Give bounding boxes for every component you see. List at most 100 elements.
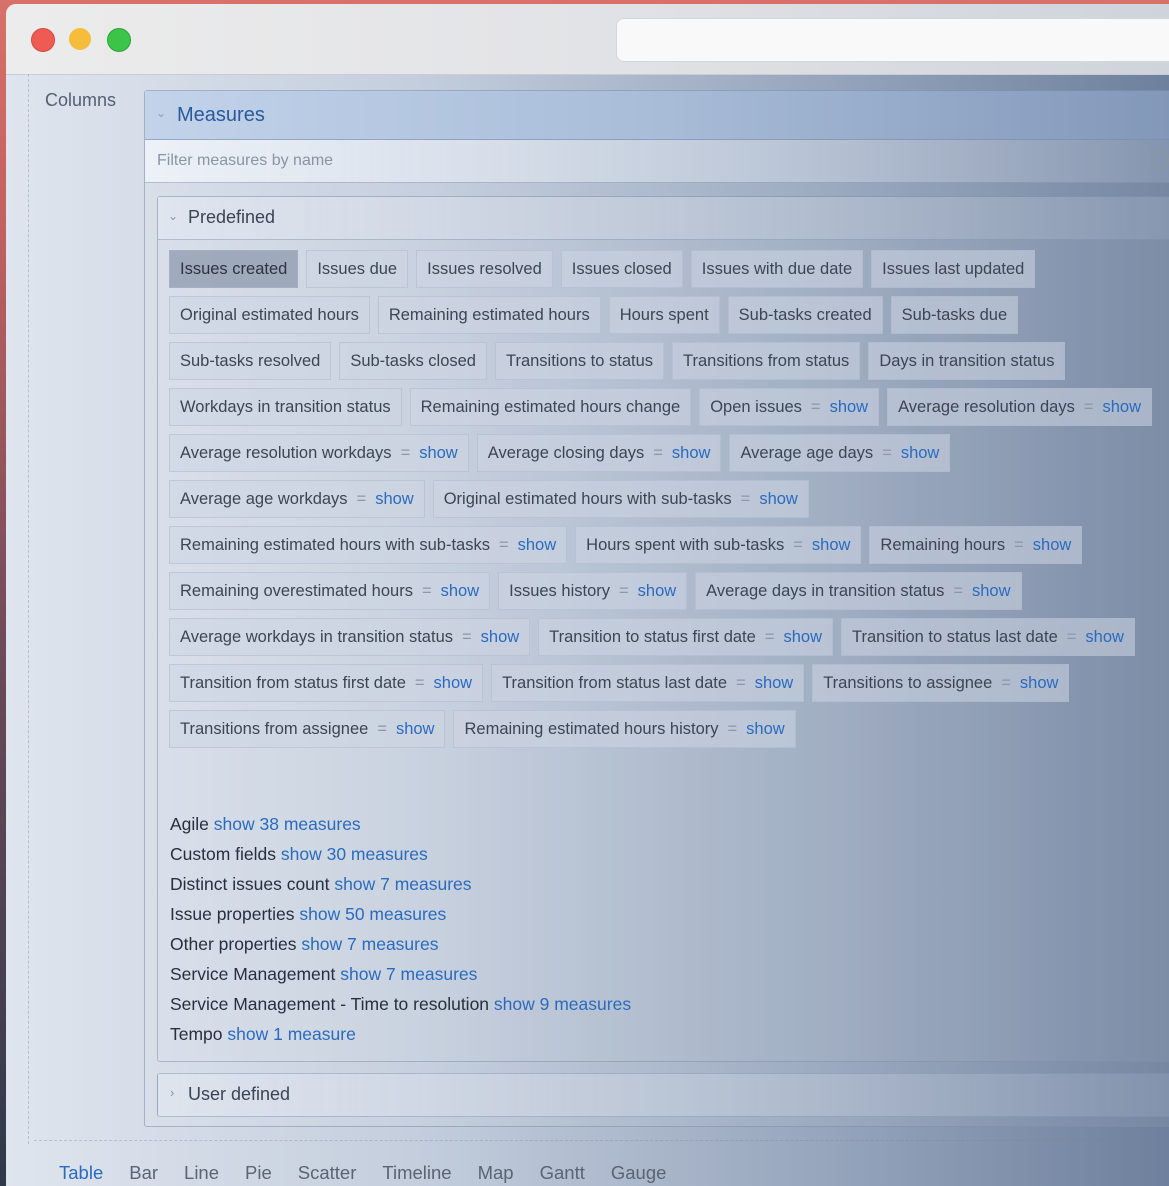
measure-chip[interactable]: Transition from status first date = show [169, 664, 484, 702]
measure-chip[interactable]: Issues closed [560, 250, 683, 288]
measure-chip-label: Sub-tasks closed [350, 351, 476, 370]
measure-chip[interactable]: Transitions to status [494, 342, 665, 380]
measure-chip[interactable]: Transition to status last date = show [841, 618, 1135, 656]
tab-table[interactable]: Table [59, 1162, 103, 1184]
chevron-down-icon: ⌄ [168, 209, 179, 223]
measure-chip-label: Issues closed [571, 259, 672, 278]
measure-chip[interactable]: Transitions from status [672, 342, 861, 380]
search-icon [1151, 151, 1169, 169]
measure-chip[interactable]: Average age days = show [729, 434, 951, 472]
measure-chip[interactable]: Issues created [169, 250, 299, 288]
show-link[interactable]: show [783, 628, 822, 647]
measure-chip[interactable]: Remaining estimated hours history = show [453, 710, 796, 748]
measure-chip[interactable]: Average workdays in transition status = sh… [169, 618, 531, 656]
show-link[interactable]: show [755, 674, 794, 693]
show-link[interactable]: show [375, 490, 414, 509]
view-tabs: Table Bar Line Pie Scatter Timeline Map Gantt Ga… [59, 1162, 692, 1184]
equals-sign: = [619, 581, 629, 600]
measure-chip-label: Transitions from status [683, 351, 850, 370]
tab-line[interactable]: Line [184, 1162, 219, 1184]
tab-map[interactable]: Map [478, 1162, 514, 1184]
measure-chip[interactable]: Sub-tasks due [890, 296, 1019, 334]
measure-chip[interactable]: Issues with due date [690, 250, 864, 288]
show-link[interactable]: show [638, 582, 677, 601]
measure-chip[interactable]: Average closing days = show [476, 434, 722, 472]
tab-timeline[interactable]: Timeline [382, 1162, 451, 1184]
show-measures-link[interactable]: show 7 measures [340, 964, 477, 984]
measure-chip[interactable]: Sub-tasks closed [339, 342, 487, 380]
measure-chip[interactable]: Sub-tasks resolved [169, 342, 332, 380]
show-link[interactable]: show [901, 444, 940, 463]
tab-bar[interactable]: Bar [129, 1162, 158, 1184]
show-link[interactable]: show [419, 444, 458, 463]
measure-chip[interactable]: Average resolution workdays = show [169, 434, 469, 472]
measure-chip[interactable]: Hours spent with sub-tasks = show [575, 526, 862, 564]
show-link[interactable]: show [812, 536, 851, 555]
measure-chip[interactable]: Issues due [306, 250, 409, 288]
show-link[interactable]: show [441, 582, 480, 601]
show-link[interactable]: show [396, 720, 435, 739]
predefined-header[interactable]: ⌄ Predefined [158, 197, 1169, 240]
measure-chip[interactable]: Remaining estimated hours change [409, 388, 692, 426]
measure-chip-label: Sub-tasks resolved [180, 351, 321, 370]
tab-scatter[interactable]: Scatter [298, 1162, 357, 1184]
measure-chip[interactable]: Remaining estimated hours with sub-tasks… [169, 526, 568, 564]
measure-chip[interactable]: Remaining estimated hours [377, 296, 601, 334]
show-link[interactable]: show [481, 628, 520, 647]
measure-chip[interactable]: Issues last updated [871, 250, 1036, 288]
measure-chip[interactable]: Issues resolved [416, 250, 553, 288]
show-measures-link[interactable]: show 1 measure [227, 1024, 355, 1044]
show-measures-link[interactable]: show 9 measures [494, 994, 631, 1014]
measure-chip[interactable]: Transitions from assignee = show [169, 710, 446, 748]
user-defined-section[interactable]: › User defined [157, 1073, 1169, 1117]
show-link[interactable]: show [830, 398, 869, 417]
measure-chip[interactable]: Average resolution days = show [887, 388, 1152, 426]
show-link[interactable]: show [1085, 628, 1124, 647]
zoom-window-button[interactable] [107, 28, 131, 52]
show-link[interactable]: show [518, 536, 557, 555]
measures-header[interactable]: ⌄ Measures [145, 91, 1169, 140]
show-link[interactable]: show [972, 582, 1011, 601]
tab-gauge[interactable]: Gauge [611, 1162, 667, 1184]
show-link[interactable]: show [672, 444, 711, 463]
measure-chip[interactable]: Sub-tasks created [727, 296, 883, 334]
measure-chip[interactable]: Remaining hours = show [869, 526, 1083, 564]
measure-chip[interactable]: Remaining overestimated hours = show [169, 572, 491, 610]
measure-chip[interactable]: Issues history = show [498, 572, 688, 610]
measure-chip[interactable]: Average days in transition status = show [695, 572, 1022, 610]
measure-chip[interactable]: Transition to status first date = show [538, 618, 833, 656]
measure-chip[interactable]: Workdays in transition status [169, 388, 402, 426]
measure-chip[interactable]: Transitions to assignee = show [812, 664, 1070, 702]
show-measures-link[interactable]: show 38 measures [214, 814, 361, 834]
measure-chip-label: Open issues [710, 397, 802, 416]
minimize-window-button[interactable] [69, 28, 91, 50]
tab-pie[interactable]: Pie [245, 1162, 272, 1184]
measure-chip[interactable]: Average age workdays = show [169, 480, 425, 518]
show-measures-link[interactable]: show 50 measures [299, 904, 446, 924]
address-bar[interactable] [616, 18, 1169, 62]
window-titlebar [6, 4, 1169, 75]
measure-chip[interactable]: Original estimated hours with sub-tasks =… [432, 480, 809, 518]
measure-chip-label: Remaining estimated hours [388, 305, 590, 324]
measure-chip[interactable]: Open issues = show [699, 388, 880, 426]
measure-chip[interactable]: Transition from status last date = show [491, 664, 805, 702]
show-measures-link[interactable]: show 7 measures [301, 934, 438, 954]
measure-chip[interactable]: Original estimated hours [169, 296, 370, 334]
measure-chip[interactable]: Hours spent [608, 296, 720, 334]
filter-input[interactable]: Filter measures by name [157, 152, 333, 170]
measure-chip-label: Remaining estimated hours change [420, 397, 681, 416]
measure-chip[interactable]: Days in transition status [868, 342, 1066, 380]
measure-group-list: Agile show 38 measures Custom fields show… [170, 814, 631, 1054]
show-link[interactable]: show [1102, 398, 1141, 417]
show-link[interactable]: show [434, 674, 473, 693]
show-link[interactable]: show [759, 490, 798, 509]
show-link[interactable]: show [1033, 536, 1072, 555]
show-link[interactable]: show [1020, 674, 1059, 693]
measures-filter[interactable]: Filter measures by name [145, 140, 1169, 183]
show-link[interactable]: show [746, 720, 785, 739]
tab-gantt[interactable]: Gantt [540, 1162, 585, 1184]
show-measures-link[interactable]: show 30 measures [281, 844, 428, 864]
close-window-button[interactable] [31, 28, 55, 52]
chevron-down-icon: ⌄ [156, 106, 167, 120]
show-measures-link[interactable]: show 7 measures [334, 874, 471, 894]
